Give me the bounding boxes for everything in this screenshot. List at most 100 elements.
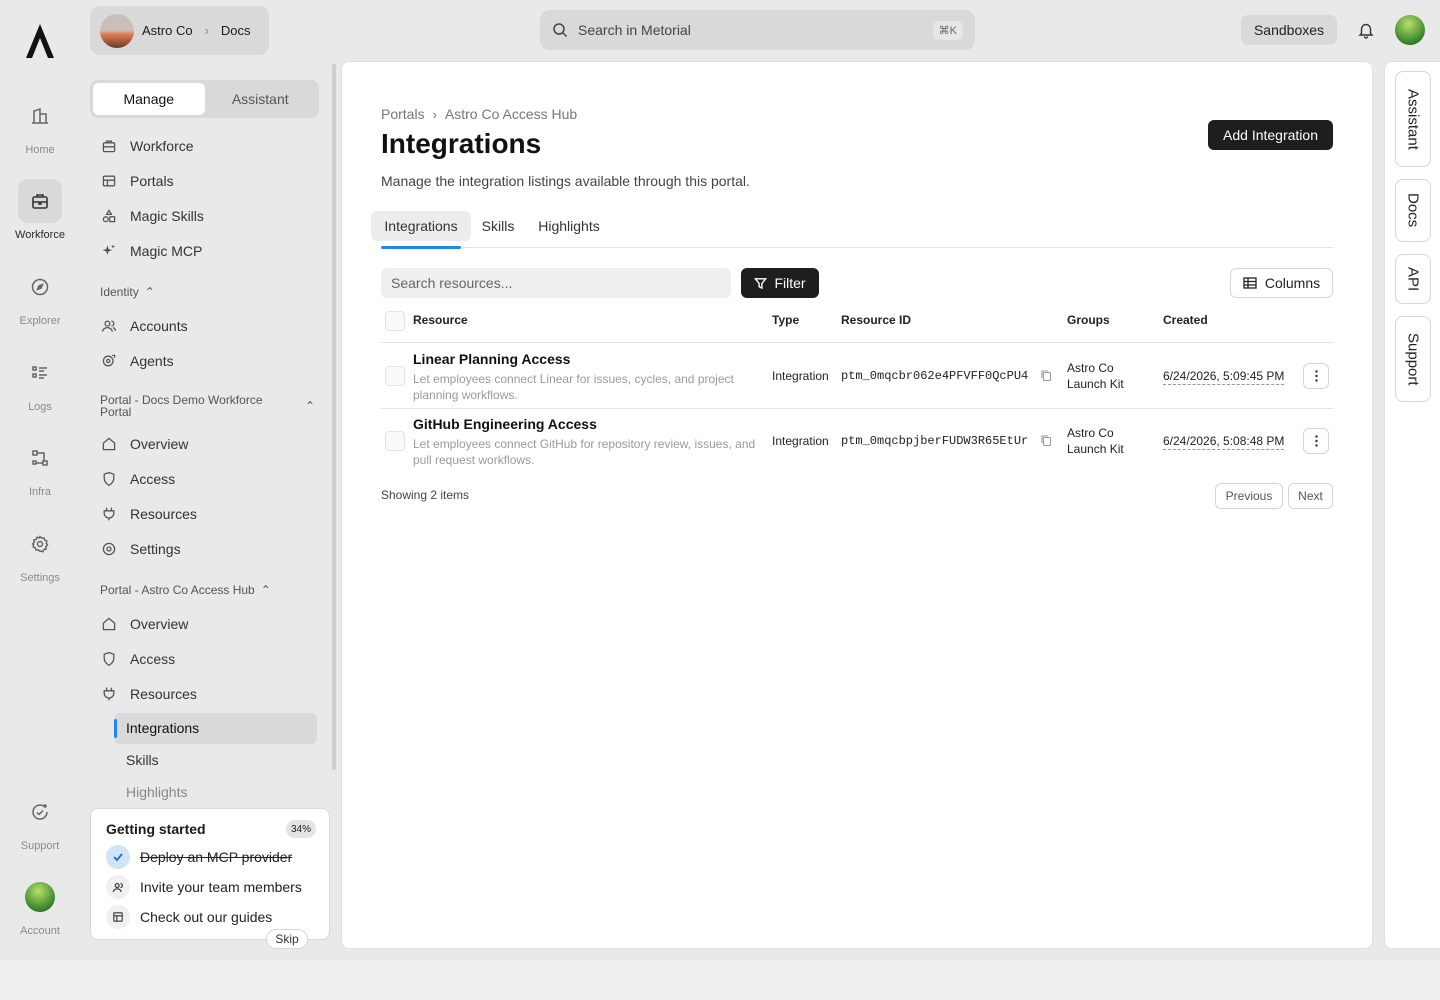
rail-label: Explorer [19,315,61,327]
right-tab-api[interactable]: API [1395,254,1431,304]
select-all-checkbox[interactable] [385,311,405,331]
columns-label: Columns [1264,275,1321,291]
item-count: Showing 2 items [381,488,470,502]
resource-description: Let employees connect Linear for issues,… [413,372,734,402]
header-resource-id[interactable]: Resource ID [841,313,911,327]
sidebar-subitem-skills[interactable]: Skills [126,752,159,768]
rail-home[interactable]: Home [0,94,80,156]
compass-icon [18,265,62,309]
user-avatar[interactable] [1395,15,1425,45]
task-deploy-mcp[interactable]: Deploy an MCP provider [106,845,292,869]
breadcrumb-portals[interactable]: Portals [381,106,425,122]
logo-icon[interactable] [22,20,58,60]
task-invite-team[interactable]: Invite your team members [106,875,302,899]
rail-label: Settings [20,572,60,584]
group-line: Astro Co [1067,361,1114,375]
shapes-icon [100,207,118,225]
section-label: Identity [100,285,139,299]
copy-icon[interactable] [1040,434,1052,447]
tab-skills[interactable]: Skills [474,211,522,241]
sidebar-scrollbar[interactable] [332,64,336,770]
created-date[interactable]: 6/24/2026, 5:08:48 PM [1163,434,1285,450]
rail-infra[interactable]: Infra [0,436,80,498]
tab-assistant[interactable]: Assistant [205,83,317,115]
group-line: Launch Kit [1067,377,1124,391]
sidebar-subitem-highlights[interactable]: Highlights [126,784,187,800]
sidebar-item-resources[interactable]: Resources [100,499,320,529]
rail-label: Infra [28,486,51,498]
global-search[interactable]: Search in Metorial ⌘K [540,10,975,50]
chevron-up-icon: ⌃ [144,285,155,299]
sidebar-item-access[interactable]: Access [100,464,320,494]
sidebar-item-accounts[interactable]: Accounts [100,311,320,341]
filter-icon [754,277,768,290]
sidebar-item-overview[interactable]: Overview [100,429,320,459]
sandboxes-button[interactable]: Sandboxes [1241,15,1337,45]
bottom-strip [0,960,1440,1000]
skip-button[interactable]: Skip [266,929,308,949]
row-menu-button[interactable] [1303,363,1329,389]
active-tab-indicator [381,246,461,249]
org-switcher[interactable]: Astro Co › Docs [90,6,269,55]
tab-manage[interactable]: Manage [93,83,205,115]
tab-highlights[interactable]: Highlights [530,211,608,241]
sidebar-item-agents[interactable]: Agents [100,346,320,376]
sidebar-item-overview[interactable]: Overview [100,609,320,639]
created-date[interactable]: 6/24/2026, 5:09:45 PM [1163,369,1285,385]
previous-button[interactable]: Previous [1215,483,1283,509]
rail-label: Workforce [15,229,65,241]
sidebar-item-magic-skills[interactable]: Magic Skills [100,201,320,231]
section-portal-docs-demo[interactable]: Portal - Docs Demo Workforce Portal ⌃ [100,394,315,418]
sidebar-item-workforce[interactable]: Workforce [100,131,320,161]
sidebar-subitem-integrations[interactable]: Integrations [126,720,199,736]
right-tab-assistant[interactable]: Assistant [1395,71,1431,167]
rail-logs[interactable]: Logs [0,351,80,413]
sidebar-item-resources[interactable]: Resources [100,679,320,709]
row-menu-button[interactable] [1303,428,1329,454]
sidebar-item-magic-mcp[interactable]: Magic MCP [100,236,320,266]
bell-icon[interactable] [1357,21,1375,39]
group-line: Astro Co [1067,426,1114,440]
sidebar-item-portals[interactable]: Portals [100,166,320,196]
rail-explorer[interactable]: Explorer [0,265,80,327]
check-icon [106,845,130,869]
right-tab-docs[interactable]: Docs [1395,179,1431,242]
task-guides[interactable]: Check out our guides [106,905,272,929]
filter-button[interactable]: Filter [741,268,819,298]
row-checkbox[interactable] [385,366,405,386]
org-name: Astro Co [142,23,193,38]
task-label: Deploy an MCP provider [140,849,293,865]
sidebar-item-access[interactable]: Access [100,644,320,674]
resource-title[interactable]: GitHub Engineering Access [413,416,597,432]
resource-search-input[interactable]: Search resources... [381,268,731,298]
shield-icon [100,650,118,668]
rail-support[interactable]: Support [0,790,80,852]
section-identity[interactable]: Identity ⌃ [100,285,155,299]
rail-settings[interactable]: Settings [0,522,80,584]
header-created[interactable]: Created [1163,313,1208,327]
org-avatar [100,13,134,48]
rail-account[interactable]: Account [0,875,80,937]
breadcrumb-portal[interactable]: Astro Co Access Hub [445,106,577,122]
rail-workforce[interactable]: Workforce [0,179,80,241]
resource-group: Astro Co Launch Kit [1067,360,1124,392]
right-tab-support[interactable]: Support [1395,316,1431,402]
header-resource[interactable]: Resource [413,313,468,327]
book-icon [106,905,130,929]
resource-title[interactable]: Linear Planning Access [413,351,570,367]
sidebar-mode-toggle: Manage Assistant [90,80,319,118]
add-integration-button[interactable]: Add Integration [1208,120,1333,150]
plug-icon [100,505,118,523]
columns-button[interactable]: Columns [1230,268,1333,298]
resource-description: Let employees connect GitHub for reposit… [413,437,756,467]
tab-integrations[interactable]: Integrations [371,211,471,241]
row-checkbox[interactable] [385,431,405,451]
next-button[interactable]: Next [1288,483,1333,509]
copy-icon[interactable] [1040,369,1052,382]
section-portal-astro[interactable]: Portal - Astro Co Access Hub ⌃ [100,583,271,597]
gear-icon [18,522,62,566]
header-groups[interactable]: Groups [1067,313,1110,327]
header-type[interactable]: Type [772,313,799,327]
group-line: Launch Kit [1067,442,1124,456]
sidebar-item-settings[interactable]: Settings [100,534,320,564]
